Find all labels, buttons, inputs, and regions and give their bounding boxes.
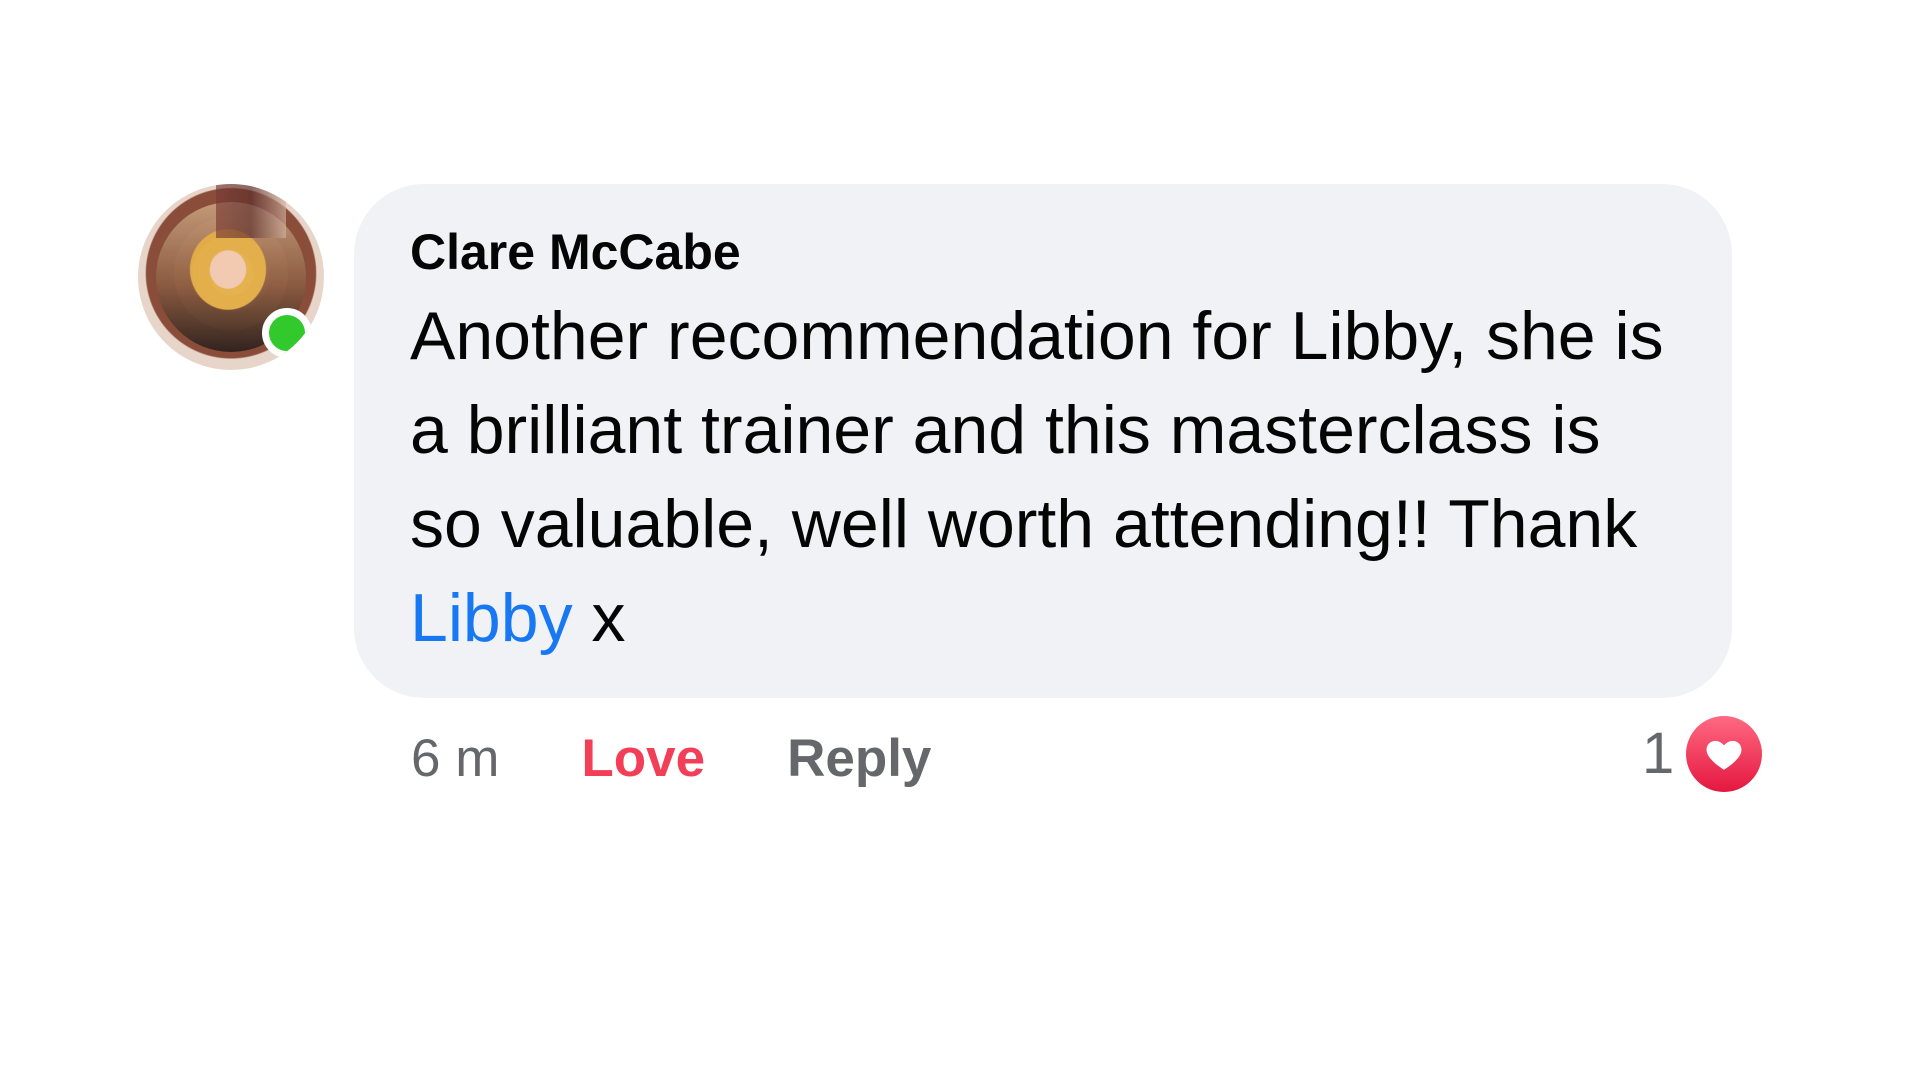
comment-actions: 6 m Love Reply — [411, 724, 931, 794]
reaction-summary[interactable]: 1 — [1642, 716, 1763, 792]
reply-button[interactable]: Reply — [787, 724, 931, 794]
reaction-count: 1 — [1642, 721, 1675, 786]
comment-author[interactable]: Clare McCabe — [410, 222, 1676, 282]
mention-link[interactable]: Libby — [410, 580, 573, 656]
heart-icon — [1686, 716, 1763, 792]
online-status-dot — [262, 308, 312, 358]
comment-text: Another recommendation for Libby, she is… — [410, 289, 1676, 665]
heart-icon-glyph — [1706, 740, 1742, 770]
comment-text-before: Another recommendation for Libby, she is… — [410, 298, 1664, 562]
avatar[interactable] — [138, 184, 324, 370]
comment-timestamp[interactable]: 6 m — [411, 724, 499, 794]
love-reaction-button[interactable]: Love — [581, 724, 705, 794]
comment-text-after: x — [572, 580, 626, 656]
comment-bubble: Clare McCabe Another recommendation for … — [354, 184, 1732, 698]
